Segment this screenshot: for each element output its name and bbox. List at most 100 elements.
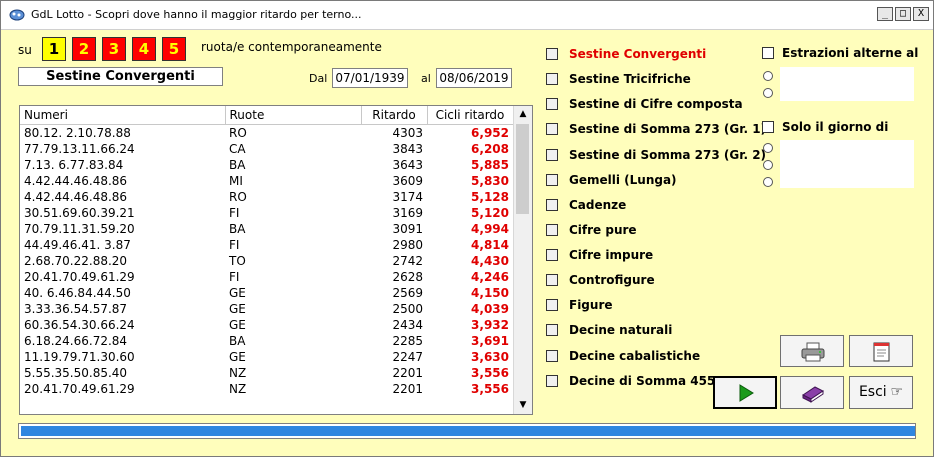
scroll-up-icon[interactable]: ▲ xyxy=(514,106,532,123)
day-options-box[interactable] xyxy=(780,140,914,188)
guide-button[interactable] xyxy=(780,376,844,409)
scroll-thumb[interactable] xyxy=(516,124,529,214)
analysis-option[interactable]: Sestine di Somma 273 (Gr. 2) xyxy=(546,146,766,164)
alternate-extractions-label: Estrazioni alterne al xyxy=(782,46,919,60)
exit-button[interactable]: Esci ☞ xyxy=(849,376,913,409)
column-header-ritardo[interactable]: Ritardo xyxy=(361,106,428,125)
analysis-option[interactable]: Sestine Tricifriche xyxy=(546,70,691,88)
table-row[interactable]: 20.41.70.49.61.29 NZ 2201 3,556 xyxy=(20,381,513,397)
date-to-input[interactable]: 08/06/2019 xyxy=(436,68,512,88)
cell-ritardo: 4303 xyxy=(392,126,423,140)
column-header-ruote[interactable]: Ruote xyxy=(225,106,362,125)
option-checkbox[interactable] xyxy=(546,350,558,362)
alternate-options-box[interactable] xyxy=(780,67,914,101)
option-checkbox[interactable] xyxy=(546,123,558,135)
table-row[interactable]: 4.42.44.46.48.86 RO 3174 5,128 xyxy=(20,189,513,205)
table-row[interactable]: 60.36.54.30.66.24 GE 2434 3,932 xyxy=(20,317,513,333)
option-checkbox[interactable] xyxy=(546,375,558,387)
table-row[interactable]: 4.42.44.46.48.86 MI 3609 5,830 xyxy=(20,173,513,189)
date-from-input[interactable]: 07/01/1939 xyxy=(332,68,408,88)
wheel-count-5-button[interactable]: 5 xyxy=(162,37,186,61)
analysis-option[interactable]: Decine naturali xyxy=(546,321,672,339)
play-icon xyxy=(739,384,754,402)
table-row[interactable]: 5.55.35.50.85.40 NZ 2201 3,556 xyxy=(20,365,513,381)
table-row[interactable]: 44.49.46.41. 3.87 FI 2980 4,814 xyxy=(20,237,513,253)
wheel-count-2-button[interactable]: 2 xyxy=(72,37,96,61)
analysis-option[interactable]: Sestine Convergenti xyxy=(546,45,706,63)
wheel-count-1-button[interactable]: 1 xyxy=(42,37,66,61)
option-checkbox[interactable] xyxy=(546,199,558,211)
results-body: 80.12. 2.10.78.88 RO 4303 6,952 77.79.13.11.… xyxy=(20,125,513,398)
option-checkbox[interactable] xyxy=(546,299,558,311)
analysis-option[interactable]: Decine cabalistiche xyxy=(546,347,700,365)
option-label: Cifre impure xyxy=(569,248,654,262)
analysis-option[interactable]: Sestine di Cifre composta xyxy=(546,95,743,113)
progress-fill xyxy=(21,426,915,436)
run-button[interactable] xyxy=(713,376,777,409)
table-row[interactable]: 7.13. 6.77.83.84 BA 3643 5,885 xyxy=(20,157,513,173)
option-checkbox[interactable] xyxy=(546,73,558,85)
cell-cicli-ritardo: 3,630 xyxy=(471,350,509,364)
alternate-radio-1[interactable] xyxy=(763,71,773,81)
option-label: Controfigure xyxy=(569,273,655,287)
option-checkbox[interactable] xyxy=(546,149,558,161)
cell-ruote: NZ xyxy=(229,366,247,380)
cell-numeri: 3.33.36.54.57.87 xyxy=(24,302,128,316)
table-row[interactable]: 20.41.70.49.61.29 FI 2628 4,246 xyxy=(20,269,513,285)
cell-numeri: 5.55.35.50.85.40 xyxy=(24,366,128,380)
cell-numeri: 44.49.46.41. 3.87 xyxy=(24,238,131,252)
alternate-extractions-checkbox[interactable] xyxy=(762,47,774,59)
cell-ritardo: 2434 xyxy=(392,318,423,332)
column-header-numeri[interactable]: Numeri xyxy=(20,106,226,125)
analysis-option[interactable]: Figure xyxy=(546,296,613,314)
cell-ruote: GE xyxy=(229,350,246,364)
day-radio-2[interactable] xyxy=(763,160,773,170)
results-scrollbar[interactable]: ▲ ▼ xyxy=(513,106,532,414)
day-radio-1[interactable] xyxy=(763,143,773,153)
cell-ruote: FI xyxy=(229,238,240,252)
results-grid[interactable]: Numeri Ruote Ritardo Cicli ritardo 80.12… xyxy=(19,105,533,415)
wheel-count-4-button[interactable]: 4 xyxy=(132,37,156,61)
maximize-button[interactable]: □ xyxy=(895,7,911,21)
analysis-option[interactable]: Sestine di Somma 273 (Gr. 1) xyxy=(546,120,766,138)
table-row[interactable]: 6.18.24.66.72.84 BA 2285 3,691 xyxy=(20,333,513,349)
table-row[interactable]: 2.68.70.22.88.20 TO 2742 4,430 xyxy=(20,253,513,269)
analysis-option[interactable]: Cifre pure xyxy=(546,221,637,239)
only-day-checkbox[interactable] xyxy=(762,121,774,133)
cell-ruote: BA xyxy=(229,158,246,172)
table-row[interactable]: 30.51.69.60.39.21 FI 3169 5,120 xyxy=(20,205,513,221)
option-checkbox[interactable] xyxy=(546,174,558,186)
table-row[interactable]: 3.33.36.54.57.87 GE 2500 4,039 xyxy=(20,301,513,317)
analysis-option[interactable]: Gemelli (Lunga) xyxy=(546,171,677,189)
date-from-label: Dal xyxy=(309,72,328,85)
scroll-down-icon[interactable]: ▼ xyxy=(514,397,532,414)
report-button[interactable] xyxy=(849,335,913,367)
day-radio-3[interactable] xyxy=(763,177,773,187)
close-button[interactable]: X xyxy=(913,7,929,21)
table-row[interactable]: 77.79.13.11.66.24 CA 3843 6,208 xyxy=(20,141,513,157)
analysis-option[interactable]: Controfigure xyxy=(546,271,655,289)
print-button[interactable] xyxy=(780,335,844,367)
table-row[interactable]: 70.79.11.31.59.20 BA 3091 4,994 xyxy=(20,221,513,237)
cell-numeri: 70.79.11.31.59.20 xyxy=(24,222,135,236)
option-checkbox[interactable] xyxy=(546,249,558,261)
analysis-option[interactable]: Cifre impure xyxy=(546,246,653,264)
alternate-radio-2[interactable] xyxy=(763,88,773,98)
option-checkbox[interactable] xyxy=(546,324,558,336)
table-row[interactable]: 11.19.79.71.30.60 GE 2247 3,630 xyxy=(20,349,513,365)
option-checkbox[interactable] xyxy=(546,98,558,110)
wheel-count-3-button[interactable]: 3 xyxy=(102,37,126,61)
minimize-button[interactable]: _ xyxy=(877,7,893,21)
cell-numeri: 20.41.70.49.61.29 xyxy=(24,382,135,396)
table-row[interactable]: 40. 6.46.84.44.50 GE 2569 4,150 xyxy=(20,285,513,301)
column-header-cicli-ritardo[interactable]: Cicli ritardo xyxy=(427,106,514,125)
table-row[interactable]: 80.12. 2.10.78.88 RO 4303 6,952 xyxy=(20,125,513,142)
analysis-option[interactable]: Decine di Somma 455 xyxy=(546,372,715,390)
option-checkbox[interactable] xyxy=(546,274,558,286)
option-label: Decine cabalistiche xyxy=(569,349,701,363)
title-bar[interactable]: GdL Lotto - Scopri dove hanno il maggior… xyxy=(1,1,933,30)
option-checkbox[interactable] xyxy=(546,224,558,236)
cell-cicli-ritardo: 3,556 xyxy=(471,366,509,380)
analysis-option[interactable]: Cadenze xyxy=(546,196,626,214)
option-checkbox[interactable] xyxy=(546,48,558,60)
